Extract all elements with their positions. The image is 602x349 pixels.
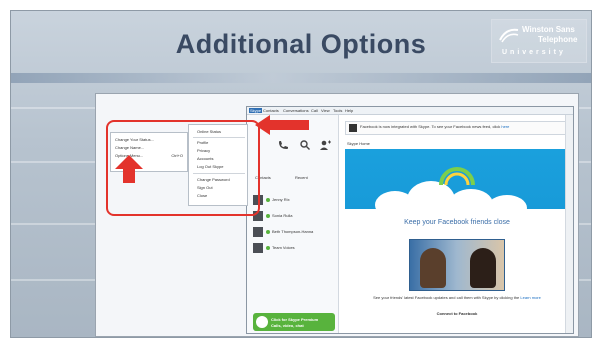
title-band (11, 73, 591, 83)
arrow-left-icon (255, 115, 309, 135)
connect-facebook-button[interactable]: Connect to Facebook (429, 311, 485, 316)
hero-headline: Keep your Facebook friends close (404, 219, 510, 226)
status-online-icon (266, 214, 270, 218)
search-icon[interactable] (299, 139, 311, 151)
logo-line-1: Winston Sans (522, 25, 575, 34)
page-label: Skype Home (347, 141, 370, 146)
menu-contacts[interactable]: Contacts (263, 108, 279, 113)
menu-tools[interactable]: Tools (333, 108, 342, 113)
scrollbar[interactable] (565, 115, 573, 333)
video-call-photo (409, 239, 505, 291)
slide: Additional Options Winston Sans Telephon… (10, 10, 592, 338)
list-item[interactable]: Team Voices (253, 243, 335, 255)
menu-conversations[interactable]: Conversations (283, 108, 309, 113)
contacts-sidebar: Contacts Recent Jenny Rix Sonia Rulla Be… (247, 115, 339, 333)
list-item[interactable]: Jenny Rix (253, 195, 335, 207)
logo-line-2: Telephone (538, 35, 578, 44)
list-item[interactable]: Sonia Rulla (253, 211, 335, 223)
promo-line-2: Calls, video, chat (271, 323, 304, 328)
person-photo (470, 248, 496, 288)
person-photo (420, 248, 446, 288)
notice-text: Facebook is now integrated with Skype. T… (360, 124, 566, 129)
rainbow-icon (439, 167, 475, 186)
avatar (253, 227, 263, 237)
premium-promo-button[interactable]: Click for Skype Premium Calls, video, ch… (253, 313, 335, 331)
university-logo: Winston Sans Telephone University (491, 19, 587, 63)
contact-name: Jenny Rix (272, 197, 290, 202)
embedded-screenshot: Change Your Status... Change Name... Opt… (95, 93, 579, 337)
main-pane: Facebook is now integrated with Skype. T… (339, 115, 573, 333)
slide-title: Additional Options (175, 29, 427, 59)
contact-name: Beth Thompson-Hanna (272, 229, 314, 234)
menu-call[interactable]: Call (311, 108, 318, 113)
notice-body: Facebook is now integrated with Skype. T… (360, 124, 501, 129)
call-icon[interactable] (277, 139, 289, 151)
promo-line-1: Click for Skype Premium (271, 317, 319, 322)
contact-name: Team Voices (272, 245, 295, 250)
learn-more-link[interactable]: Learn more (520, 295, 540, 300)
hero-description: See your friends' latest Facebook update… (355, 295, 559, 300)
logo-line-3: University (502, 49, 566, 56)
status-online-icon (266, 246, 270, 250)
list-item[interactable]: Beth Thompson-Hanna (253, 227, 335, 239)
status-online-icon (266, 230, 270, 234)
skype-logo-icon (256, 316, 268, 328)
skype-home-hero: Keep your Facebook friends close See you… (345, 149, 569, 319)
menu-help[interactable]: Help (345, 108, 353, 113)
add-contact-icon[interactable] (319, 139, 331, 151)
arrow-up-icon (115, 155, 143, 183)
notice-link[interactable]: here (501, 124, 509, 129)
skype-window: Skype Contacts Conversations Call View T… (246, 106, 574, 334)
tab-recent[interactable]: Recent (295, 175, 308, 180)
facebook-notice: Facebook is now integrated with Skype. T… (345, 121, 569, 135)
facebook-icon (349, 124, 357, 132)
hero-desc-text: See your friends' latest Facebook update… (373, 295, 521, 300)
contact-name: Sonia Rulla (272, 213, 293, 218)
logo-mark-icon (499, 28, 519, 43)
menu-view[interactable]: View (321, 108, 330, 113)
status-online-icon (266, 198, 270, 202)
menu-skype[interactable]: Skype (249, 108, 263, 113)
avatar (253, 243, 263, 253)
